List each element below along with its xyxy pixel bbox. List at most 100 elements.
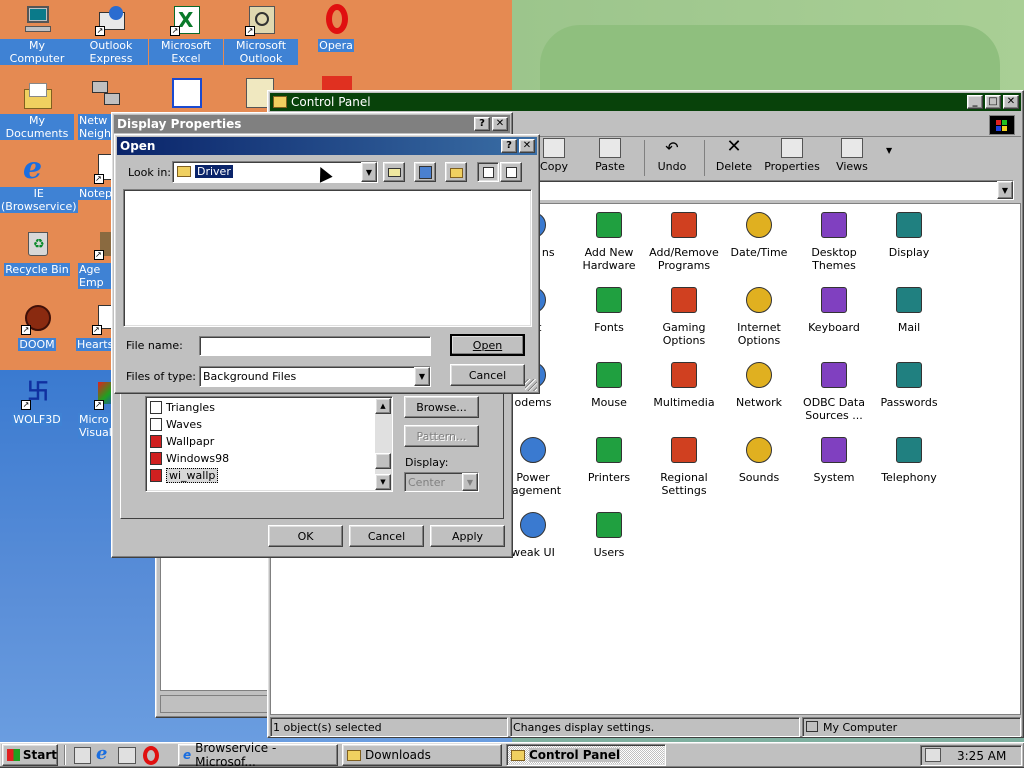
file-list[interactable] [123,189,532,327]
open-dialog-titlebar[interactable]: Open ? ✕ [117,137,537,155]
help-button[interactable]: ? [501,139,517,153]
cp-item-mail[interactable]: Mail [869,283,949,334]
wallpaper-list-item[interactable]: Wallpapr [148,433,374,450]
cp-item-multimedia[interactable]: Multimedia [644,358,724,409]
ie-quicklaunch-icon[interactable]: e [96,745,107,763]
cp-item-label: Add New Hardware [582,246,636,272]
desktop-icon-my-computer[interactable]: My Computer [0,4,74,65]
cp-item-display[interactable]: Display [869,208,949,259]
copy-icon [543,138,565,158]
apply-button[interactable]: Apply [430,525,505,547]
display-select[interactable]: Center ▼ [404,472,479,492]
maximize-button[interactable]: □ [985,95,1001,109]
close-button[interactable]: ✕ [492,117,508,131]
desktop-icon-doom[interactable]: ↗ DOOM [0,303,74,351]
cp-item-internet-options[interactable]: Internet Options [719,283,799,347]
desktop-icon-notepad[interactable]: ↗ Notep [74,152,118,200]
cp-item-fonts[interactable]: Fonts [569,283,649,334]
views-button[interactable]: Views [822,138,882,173]
desktop-icon-my-documents[interactable]: My Documents [0,79,74,140]
cp-item-date-time[interactable]: Date/Time [719,208,799,259]
desktop-icon-visual[interactable]: ↗ Micro Visual [74,378,120,439]
cp-item-sounds[interactable]: Sounds [719,433,799,484]
cp-item-telephony[interactable]: Telephony [869,433,949,484]
chevron-down-icon[interactable]: ▼ [414,367,430,386]
cp-item-odbc[interactable]: ODBC Data Sources ... [794,358,874,422]
list-view-button[interactable] [477,162,499,182]
desktop-button[interactable] [414,162,436,182]
cp-item-system[interactable]: System [794,433,874,484]
taskbar-downloads[interactable]: Downloads [342,744,502,766]
close-button[interactable]: ✕ [1003,95,1019,109]
pattern-button[interactable]: Pattern... [404,425,479,447]
taskbar-control-panel[interactable]: Control Panel [506,744,666,766]
cp-item-desktop-themes[interactable]: Desktop Themes [794,208,874,272]
browse-button[interactable]: Browse... [404,396,479,418]
resize-grip[interactable] [525,379,537,391]
opera-quicklaunch-icon[interactable] [143,746,159,765]
show-desktop-icon[interactable] [74,747,91,764]
cp-item-add-hardware[interactable]: Add New Hardware [569,208,649,272]
desktop-icon-opera[interactable]: Opera [299,4,373,52]
delete-button[interactable]: ✕ Delete [704,138,764,174]
desktop-icon-excel[interactable]: X ↗ Microsoft Excel [149,4,223,65]
cp-item-mouse[interactable]: Mouse [569,358,649,409]
open-button[interactable]: Open [450,334,525,356]
cp-item-users[interactable]: Users [569,508,649,559]
multimedia-icon [667,358,701,392]
control-panel-titlebar[interactable]: Control Panel _ □ ✕ [270,93,1021,111]
cp-item-passwords[interactable]: Passwords [869,358,949,409]
new-folder-button[interactable] [445,162,467,182]
cp-item-label: Multimedia [653,396,715,409]
address-dropdown-icon[interactable]: ▼ [997,181,1013,199]
cancel-button[interactable]: Cancel [450,364,525,386]
chevron-down-icon[interactable]: ▼ [361,162,377,182]
wallpaper-list-item[interactable]: Triangles [148,399,374,416]
wallpaper-list-item[interactable]: Windows98 [148,450,374,467]
cp-item-keyboard[interactable]: Keyboard [794,283,874,334]
details-view-button[interactable] [500,162,522,182]
scroll-up-icon[interactable]: ▲ [375,398,391,414]
wallpaper-list[interactable]: Triangles Waves Wallpapr Windows98 wi_wallp … [145,396,393,492]
outlook-quicklaunch-icon[interactable] [118,747,136,764]
cp-item-add-remove-programs[interactable]: Add/Remove Programs [644,208,724,272]
wallpaper-list-item[interactable]: Waves [148,416,374,433]
address-bar[interactable]: ▼ [538,180,1014,200]
paste-button[interactable]: Paste [580,138,640,173]
look-in-select[interactable]: Driver ▼ [172,161,378,183]
paint-file-icon [150,435,162,448]
ok-button[interactable]: OK [268,525,343,547]
start-button[interactable]: Start [2,744,58,766]
help-button[interactable]: ? [474,117,490,131]
desktop-icon-outlook-express[interactable]: ↗ Outlook Express [74,4,148,65]
ie-icon: e [23,151,43,186]
wallpaper-list-item[interactable]: wi_wallp [148,467,374,484]
file-name-input[interactable] [199,336,431,356]
taskbar-browservice[interactable]: e Browservice - Microsof... [178,741,338,769]
desktop-icon-ie[interactable]: e IE (Browservice) [0,151,78,213]
close-button[interactable]: ✕ [519,139,535,153]
cp-item-regional-settings[interactable]: Regional Settings [644,433,724,497]
desktop-icon-recycle-bin[interactable]: ♻ Recycle Bin [0,228,74,276]
undo-button[interactable]: ↶ Undo [642,138,702,173]
desktop-icon-hearts[interactable]: ↗ Hearts [74,303,116,351]
cp-item-printers[interactable]: Printers [569,433,649,484]
views-dropdown-icon[interactable]: ▼ [886,146,892,155]
properties-button[interactable]: Properties [760,138,824,173]
cp-item-gaming-options[interactable]: Gaming Options [644,283,724,347]
scrollbar-thumb[interactable] [375,453,391,469]
desktop-icon-wolf3d[interactable]: 卐 ↗ WOLF3D [0,378,74,426]
desktop-icon-age-of-empires[interactable]: ↗ Age Emp [74,228,116,289]
cp-item-network[interactable]: Network [719,358,799,409]
scroll-down-icon[interactable]: ▼ [375,474,391,490]
up-folder-button[interactable] [383,162,405,182]
clock[interactable]: 3:25 AM [957,749,1006,763]
desktop-icon-outlook[interactable]: ↗ Microsoft Outlook [224,4,298,65]
display-tray-icon[interactable] [925,748,941,762]
dialog-title: Open [120,139,156,153]
minimize-button[interactable]: _ [967,95,983,109]
desktop-icon-network[interactable]: Netw Neighb [74,79,120,140]
cancel-button[interactable]: Cancel [349,525,424,547]
display-properties-titlebar[interactable]: Display Properties ? ✕ [114,115,510,133]
file-type-select[interactable]: Background Files ▼ [199,366,431,387]
